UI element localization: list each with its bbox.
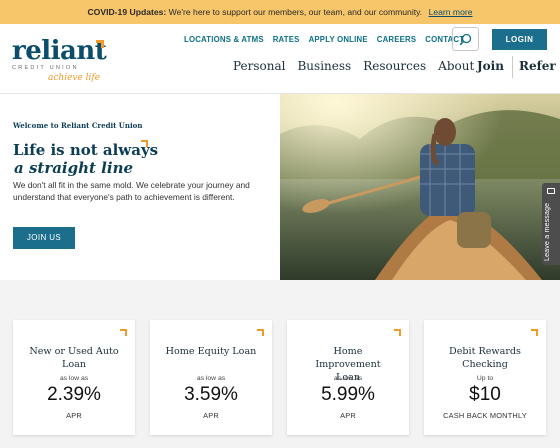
- util-nav-apply[interactable]: APPLY ONLINE: [309, 35, 368, 44]
- card-rate: 2.39%: [47, 384, 101, 405]
- card-accent-icon: [531, 329, 538, 336]
- card-prefix: as low as: [59, 375, 89, 382]
- covid-banner: COVID-19 Updates: We're here to support …: [0, 0, 560, 24]
- nav-join[interactable]: Join: [477, 59, 510, 78]
- nav-personal[interactable]: Personal: [233, 59, 285, 73]
- hero-panel: Welcome to Reliant Credit Union Life is …: [0, 94, 280, 280]
- card-title: New or Used Auto Loan: [29, 346, 119, 370]
- util-nav-locations[interactable]: LOCATIONS & ATMS: [184, 35, 264, 44]
- site-header: reliant CREDIT UNION achieve life LOCATI…: [0, 24, 560, 94]
- nav-business[interactable]: Business: [297, 59, 351, 73]
- logo-tagline: achieve life: [48, 73, 101, 83]
- card-prefix: as low as: [333, 375, 363, 382]
- card-prefix: Up to: [476, 375, 494, 382]
- main-nav: Personal Business Resources About: [233, 59, 474, 73]
- card-rate: 5.99%: [321, 384, 375, 405]
- rate-card-auto-loan[interactable]: New or Used Auto Loan as low as 2.39% AP…: [13, 320, 135, 435]
- search-icon: [459, 33, 472, 45]
- hero-welcome: Welcome to Reliant Credit Union: [13, 121, 143, 130]
- chat-icon: [547, 188, 555, 194]
- util-nav-careers[interactable]: CAREERS: [377, 35, 417, 44]
- card-suffix: APR: [66, 411, 82, 420]
- nav-about[interactable]: About: [438, 59, 474, 73]
- nav-resources[interactable]: Resources: [363, 59, 426, 73]
- card-accent-icon: [394, 329, 401, 336]
- card-title: Debit Rewards Checking: [449, 346, 521, 370]
- card-title: Home Equity Loan: [165, 346, 257, 357]
- card-rate: 3.59%: [184, 384, 238, 405]
- card-suffix: CASH BACK MONTHLY: [443, 411, 527, 420]
- hero-image: [280, 94, 560, 280]
- card-suffix: APR: [340, 411, 356, 420]
- headline-accent-icon: [141, 140, 148, 147]
- reliant-logo[interactable]: reliant CREDIT UNION achieve life: [12, 38, 112, 86]
- hero-body-text: We don't all fit in the same mold. We ce…: [13, 180, 250, 202]
- leave-message-tab[interactable]: Leave a message: [542, 183, 560, 265]
- utility-nav: LOCATIONS & ATMS RATES APPLY ONLINE CARE…: [184, 35, 464, 44]
- hero-headline-script: a straight line: [14, 159, 134, 177]
- util-nav-rates[interactable]: RATES: [273, 35, 300, 44]
- card-rate: $10: [469, 384, 501, 405]
- canoe-lake-photo: [280, 94, 560, 280]
- card-accent-icon: [120, 329, 127, 336]
- search-button[interactable]: [452, 27, 479, 51]
- login-button[interactable]: LOGIN: [492, 29, 547, 50]
- leave-message-label: Leave a message: [544, 202, 551, 261]
- card-suffix: APR: [203, 411, 219, 420]
- logo-accent-icon: [96, 40, 104, 48]
- rate-card-home-improvement[interactable]: Home Improvement Loan as low as 5.99% AP…: [287, 320, 409, 435]
- card-accent-icon: [257, 329, 264, 336]
- learn-more-link[interactable]: Learn more: [429, 7, 473, 17]
- nav-refer[interactable]: Refer: [519, 59, 560, 78]
- rate-card-home-equity[interactable]: Home Equity Loan as low as 3.59% APR: [150, 320, 272, 435]
- covid-banner-text: We're here to support our members, our t…: [168, 7, 423, 17]
- card-prefix: as low as: [196, 375, 226, 382]
- secondary-nav: Join Refer: [477, 56, 560, 78]
- join-us-button[interactable]: JOIN US: [13, 227, 75, 249]
- rate-card-debit-rewards[interactable]: Debit Rewards Checking Up to $10 CASH BA…: [424, 320, 546, 435]
- nav-divider: [511, 56, 513, 78]
- covid-banner-label: COVID-19 Updates:: [87, 7, 167, 17]
- hero-headline: Life is not always: [13, 141, 159, 159]
